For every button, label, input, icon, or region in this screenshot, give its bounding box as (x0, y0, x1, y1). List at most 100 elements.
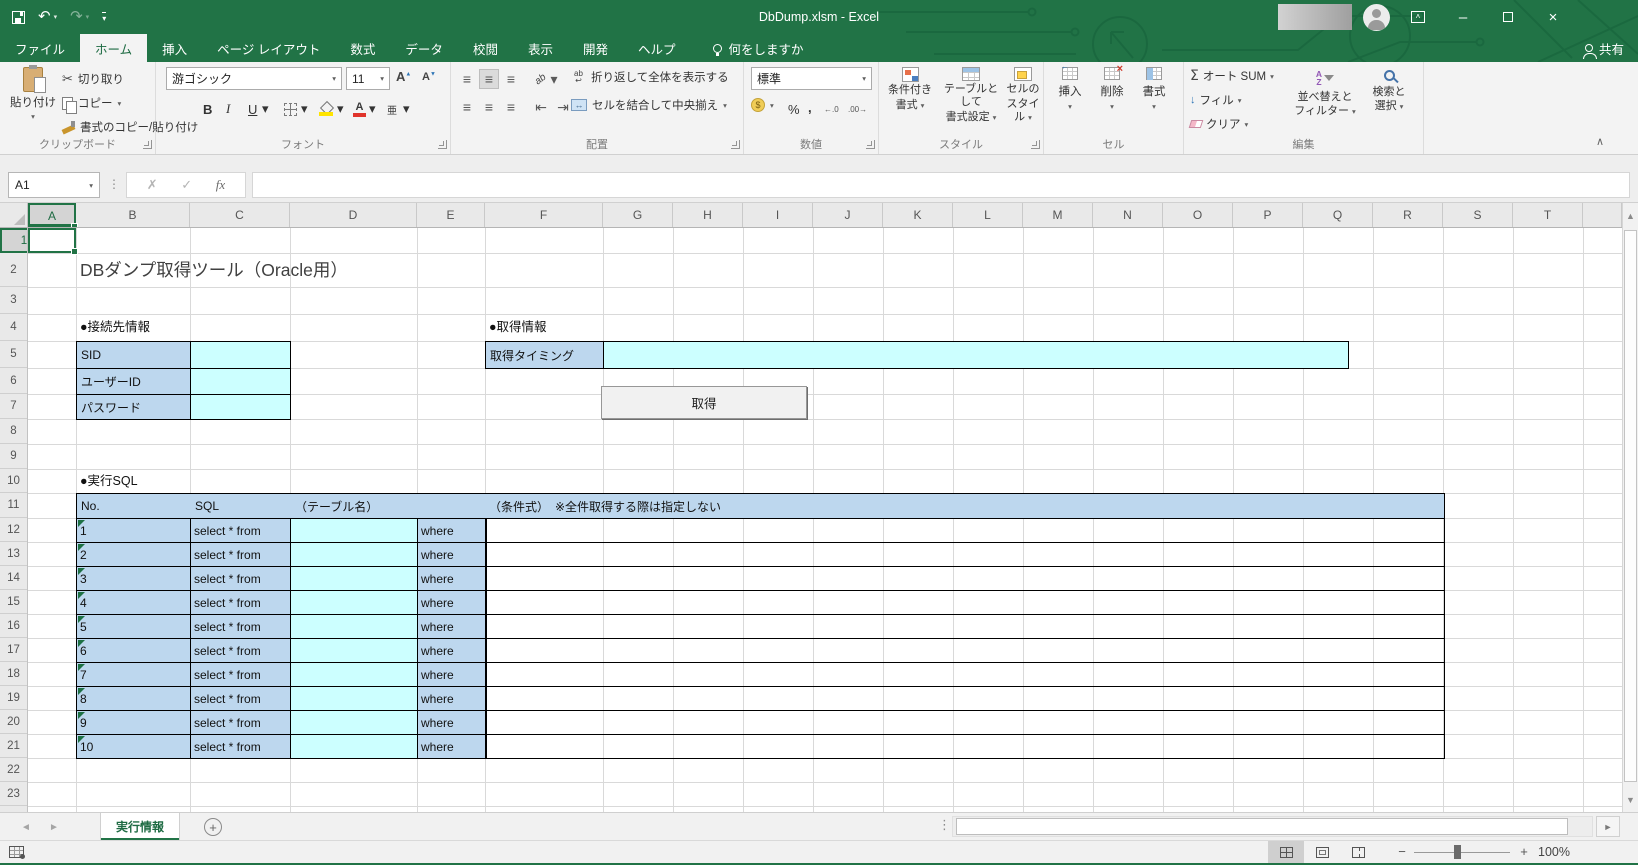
sql-row-no-cell[interactable]: 2 (76, 542, 192, 567)
ribbon-display-options-button[interactable]: ˄ (1401, 0, 1435, 34)
sql-row-condition-input-cell[interactable] (485, 638, 1445, 663)
column-header-partial[interactable] (1583, 203, 1622, 227)
sql-row-condition-input-cell[interactable] (485, 686, 1445, 711)
bold-button[interactable]: B (203, 98, 212, 120)
row-header-7[interactable]: 7 (0, 394, 27, 419)
row-header-11[interactable]: 11 (0, 493, 27, 518)
tab-data[interactable]: データ (390, 34, 458, 62)
sql-row-condition-input-cell[interactable] (485, 542, 1445, 567)
number-dialog-launcher-icon[interactable] (866, 140, 875, 149)
row-header-21[interactable]: 21 (0, 734, 27, 758)
sql-row-select-cell[interactable]: select * from (190, 614, 291, 639)
sql-row-table-input-cell[interactable] (290, 614, 419, 639)
tab-formulas[interactable]: 数式 (335, 34, 390, 62)
increase-indent-button[interactable]: ⇥ (553, 97, 573, 117)
row-header-9[interactable]: 9 (0, 444, 27, 469)
tabbar-splitter[interactable]: ⋮ (938, 817, 951, 833)
row-header-23[interactable]: 23 (0, 782, 27, 806)
decrease-font-size-button[interactable]: A▼ (422, 71, 436, 83)
increase-font-size-button[interactable]: A▲ (396, 69, 411, 84)
sql-row-select-cell[interactable]: select * from (190, 734, 291, 759)
row-header-14[interactable]: 14 (0, 566, 27, 590)
delete-cells-button[interactable]: 削除▾ (1092, 63, 1132, 141)
sql-row-where-cell[interactable]: where (417, 518, 487, 543)
column-header-R[interactable]: R (1373, 203, 1443, 227)
sql-row-no-cell[interactable]: 8 (76, 686, 192, 711)
chevron-down-icon[interactable]: ▾ (337, 98, 344, 120)
tab-insert[interactable]: 挿入 (147, 34, 202, 62)
row-header-15[interactable]: 15 (0, 590, 27, 614)
user-id-input-cell[interactable] (190, 368, 291, 395)
number-format-combobox[interactable]: 標準 ▾ (751, 67, 872, 90)
column-header-E[interactable]: E (417, 203, 485, 227)
sql-row-where-cell[interactable]: where (417, 662, 487, 687)
maximize-button[interactable] (1491, 0, 1525, 34)
tab-view[interactable]: 表示 (513, 34, 568, 62)
horizontal-scrollbar[interactable] (952, 816, 1593, 837)
row-header-10[interactable]: 10 (0, 469, 27, 493)
sql-row-no-cell[interactable]: 1 (76, 518, 192, 543)
sql-row-where-cell[interactable]: where (417, 614, 487, 639)
sql-row-where-cell[interactable]: where (417, 686, 487, 711)
cancel-icon[interactable]: ✗ (147, 177, 158, 193)
page-layout-view-button[interactable] (1304, 841, 1340, 863)
alignment-dialog-launcher-icon[interactable] (731, 140, 740, 149)
sql-row-table-input-cell[interactable] (290, 566, 419, 591)
save-button[interactable] (12, 10, 25, 24)
next-sheet-icon[interactable]: ► (42, 813, 66, 841)
align-left-button[interactable]: ≡ (457, 97, 477, 117)
row-header-5[interactable]: 5 (0, 341, 27, 368)
column-header-B[interactable]: B (76, 203, 190, 227)
column-header-O[interactable]: O (1163, 203, 1233, 227)
row-header-8[interactable]: 8 (0, 419, 27, 444)
percent-style-button[interactable]: % (788, 98, 800, 120)
sql-row-table-input-cell[interactable] (290, 518, 419, 543)
vertical-scroll-thumb[interactable] (1624, 230, 1637, 782)
tell-me-search[interactable]: 何をしますか (712, 34, 804, 62)
sql-row-condition-input-cell[interactable] (485, 662, 1445, 687)
column-header-T[interactable]: T (1513, 203, 1583, 227)
horizontal-scroll-thumb[interactable] (956, 818, 1568, 835)
sql-row-no-cell[interactable]: 9 (76, 710, 192, 735)
sql-row-select-cell[interactable]: select * from (190, 542, 291, 567)
row-header-1[interactable]: 1 (0, 228, 27, 253)
decrease-indent-button[interactable]: ⇤ (531, 97, 551, 117)
zoom-out-button[interactable]: − (1392, 841, 1412, 863)
italic-button[interactable]: I (226, 98, 230, 120)
macro-record-icon[interactable] (9, 846, 25, 859)
paste-button[interactable]: 貼り付け ▾ (7, 65, 59, 141)
tab-page-layout[interactable]: ページ レイアウト (202, 34, 335, 62)
conditional-formatting-button[interactable]: 条件付き 書式 ▾ (881, 67, 939, 141)
chevron-down-icon[interactable]: ▾ (549, 69, 559, 89)
tab-home[interactable]: ホーム (80, 34, 148, 62)
timing-input-cell[interactable] (603, 341, 1349, 369)
row-header-18[interactable]: 18 (0, 662, 27, 686)
fill-color-button[interactable] (319, 98, 333, 120)
sql-row-where-cell[interactable]: where (417, 638, 487, 663)
row-header-16[interactable]: 16 (0, 614, 27, 638)
fill-button[interactable]: ↓ フィル ▾ (1190, 92, 1242, 108)
chevron-down-icon[interactable]: ▾ (369, 98, 376, 120)
password-input-cell[interactable] (190, 394, 291, 420)
undo-button[interactable]: ↶ ▾ (38, 9, 57, 24)
row-header-17[interactable]: 17 (0, 638, 27, 662)
new-sheet-button[interactable]: + (204, 818, 222, 836)
sql-row-select-cell[interactable]: select * from (190, 566, 291, 591)
vertical-scrollbar[interactable]: ▲ ▼ (1622, 203, 1638, 812)
column-header-J[interactable]: J (813, 203, 883, 227)
column-header-H[interactable]: H (673, 203, 743, 227)
sql-row-table-input-cell[interactable] (290, 542, 419, 567)
column-header-A[interactable]: A (28, 203, 78, 227)
sql-row-no-cell[interactable]: 6 (76, 638, 192, 663)
column-header-F[interactable]: F (485, 203, 603, 227)
sql-row-no-cell[interactable]: 3 (76, 566, 192, 591)
column-header-L[interactable]: L (953, 203, 1023, 227)
grid-area[interactable]: DBダンプ取得ツール（Oracle用） ●接続先情報 ●取得情報 SID ユーザ… (28, 228, 1622, 812)
format-cells-button[interactable]: 書式 ▾ (1134, 67, 1174, 141)
decrease-decimal-button[interactable]: .00→ (848, 98, 867, 120)
zoom-level[interactable]: 100% (1538, 841, 1570, 863)
merge-center-button[interactable]: ↔ セルを結合して中央揃え ▾ (571, 97, 727, 113)
row-header-4[interactable]: 4 (0, 314, 27, 341)
wrap-text-button[interactable]: ab ↩ 折り返して全体を表示する (571, 69, 729, 85)
previous-sheet-icon[interactable]: ◄ (14, 813, 38, 841)
